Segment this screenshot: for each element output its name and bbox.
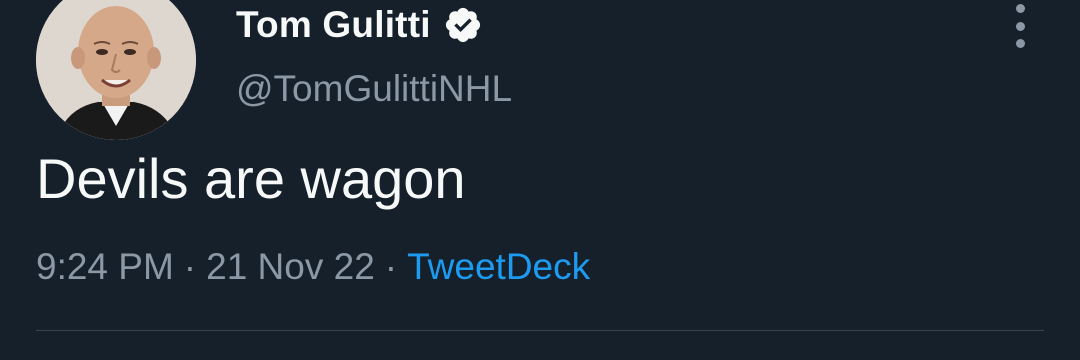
meta-separator: · bbox=[183, 246, 197, 287]
divider bbox=[36, 330, 1044, 331]
tweet-metadata: 9:24 PM · 21 Nov 22 · TweetDeck bbox=[36, 246, 590, 288]
tweet-text: Devils are wagon bbox=[36, 147, 466, 210]
tweet-time[interactable]: 9:24 PM bbox=[36, 246, 174, 287]
tweet-detail: Tom Gulitti @TomGulittiNHL Devils are wa… bbox=[0, 0, 1080, 360]
tweet-source-link[interactable]: TweetDeck bbox=[407, 246, 590, 287]
more-options-dot bbox=[1015, 39, 1025, 48]
more-options-dot bbox=[1015, 4, 1025, 13]
avatar[interactable] bbox=[36, 0, 196, 140]
author-display-name[interactable]: Tom Gulitti bbox=[236, 4, 431, 46]
author-name-row: Tom Gulitti bbox=[236, 2, 483, 48]
avatar-photo bbox=[36, 0, 196, 140]
meta-separator: · bbox=[384, 246, 398, 287]
author-handle[interactable]: @TomGulittiNHL bbox=[236, 68, 512, 110]
more-options-dot bbox=[1015, 21, 1025, 31]
more-options-button[interactable] bbox=[1004, 4, 1036, 48]
tweet-date[interactable]: 21 Nov 22 bbox=[206, 246, 375, 287]
verified-badge-icon bbox=[443, 5, 483, 45]
